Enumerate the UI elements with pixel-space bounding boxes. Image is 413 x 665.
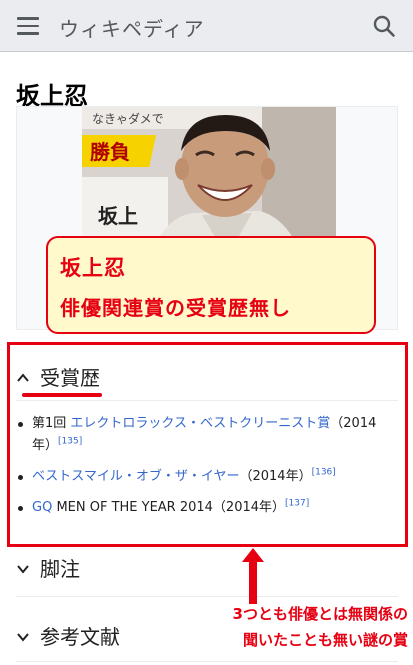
- hamburger-menu-icon[interactable]: [17, 17, 39, 35]
- awards-underline-mark: [22, 393, 102, 397]
- section-notes-header[interactable]: 脚注: [16, 553, 398, 587]
- list-item: GQ MEN OF THE YEAR 2014（2014年）[137]: [16, 497, 386, 519]
- awards-list: 第1回 エレクトロラックス・ベストクリーニスト賞（2014年）[135] ベスト…: [16, 413, 386, 528]
- bullet-icon: [18, 422, 23, 427]
- annotation-note-line2: 聞いたことも無い謎の賞: [242, 631, 408, 649]
- citation-link[interactable]: [136]: [312, 468, 336, 478]
- annotation-arrow-icon: [242, 548, 264, 604]
- award-link[interactable]: エレクトロラックス・ベストクリーニスト賞: [70, 416, 330, 431]
- award-link[interactable]: ベストスマイル・オブ・ザ・イヤー: [32, 469, 239, 484]
- callout-message: 俳優関連賞の受賞歴無し: [60, 296, 291, 320]
- annotation-note: 3つとも俳優とは無関係の 聞いたことも無い謎の賞: [176, 601, 408, 653]
- list-item: 第1回 エレクトロラックス・ベストクリーニスト賞（2014年）[135]: [16, 413, 386, 457]
- annotation-note-line1: 3つとも俳優とは無関係の: [232, 605, 408, 623]
- section-divider: [16, 400, 398, 401]
- bullet-icon: [18, 475, 23, 480]
- award-year: MEN OF THE YEAR 2014（2014年）: [52, 500, 286, 515]
- photo-backdrop-text-top: なきゃダメで: [92, 111, 164, 126]
- chevron-down-icon: [17, 565, 29, 574]
- award-prefix: 第1回: [32, 416, 71, 431]
- photo-backdrop-text-name: 坂上: [98, 204, 138, 228]
- section-title-awards: 受賞歴: [40, 366, 100, 390]
- section-title-notes: 脚注: [40, 557, 80, 581]
- section-title-references: 参考文献: [40, 625, 120, 649]
- section-divider: [16, 661, 398, 662]
- callout-name: 坂上忍: [60, 256, 126, 280]
- photo-backdrop-text-banner: 勝負: [90, 140, 130, 164]
- header-bar: ウィキペディア: [0, 0, 413, 52]
- section-awards-header[interactable]: 受賞歴: [16, 362, 398, 396]
- citation-link[interactable]: [135]: [58, 437, 82, 447]
- award-year: （2014年）: [239, 469, 312, 484]
- section-awards[interactable]: 受賞歴: [16, 362, 398, 396]
- list-item: ベストスマイル・オブ・ザ・イヤー（2014年）[136]: [16, 466, 386, 488]
- search-icon[interactable]: [372, 14, 396, 38]
- section-notes[interactable]: 脚注: [16, 553, 398, 587]
- award-link[interactable]: GQ: [32, 500, 52, 515]
- portrait-photo[interactable]: なきゃダメで 勝負 坂上: [82, 107, 336, 257]
- chevron-down-icon: [17, 633, 29, 642]
- section-divider: [16, 596, 398, 597]
- bullet-icon: [18, 506, 23, 511]
- citation-link[interactable]: [137]: [285, 499, 309, 509]
- chevron-up-icon: [17, 373, 29, 382]
- wikipedia-wordmark[interactable]: ウィキペディア: [59, 13, 205, 42]
- annotation-callout-box: 坂上忍 俳優関連賞の受賞歴無し: [46, 236, 376, 334]
